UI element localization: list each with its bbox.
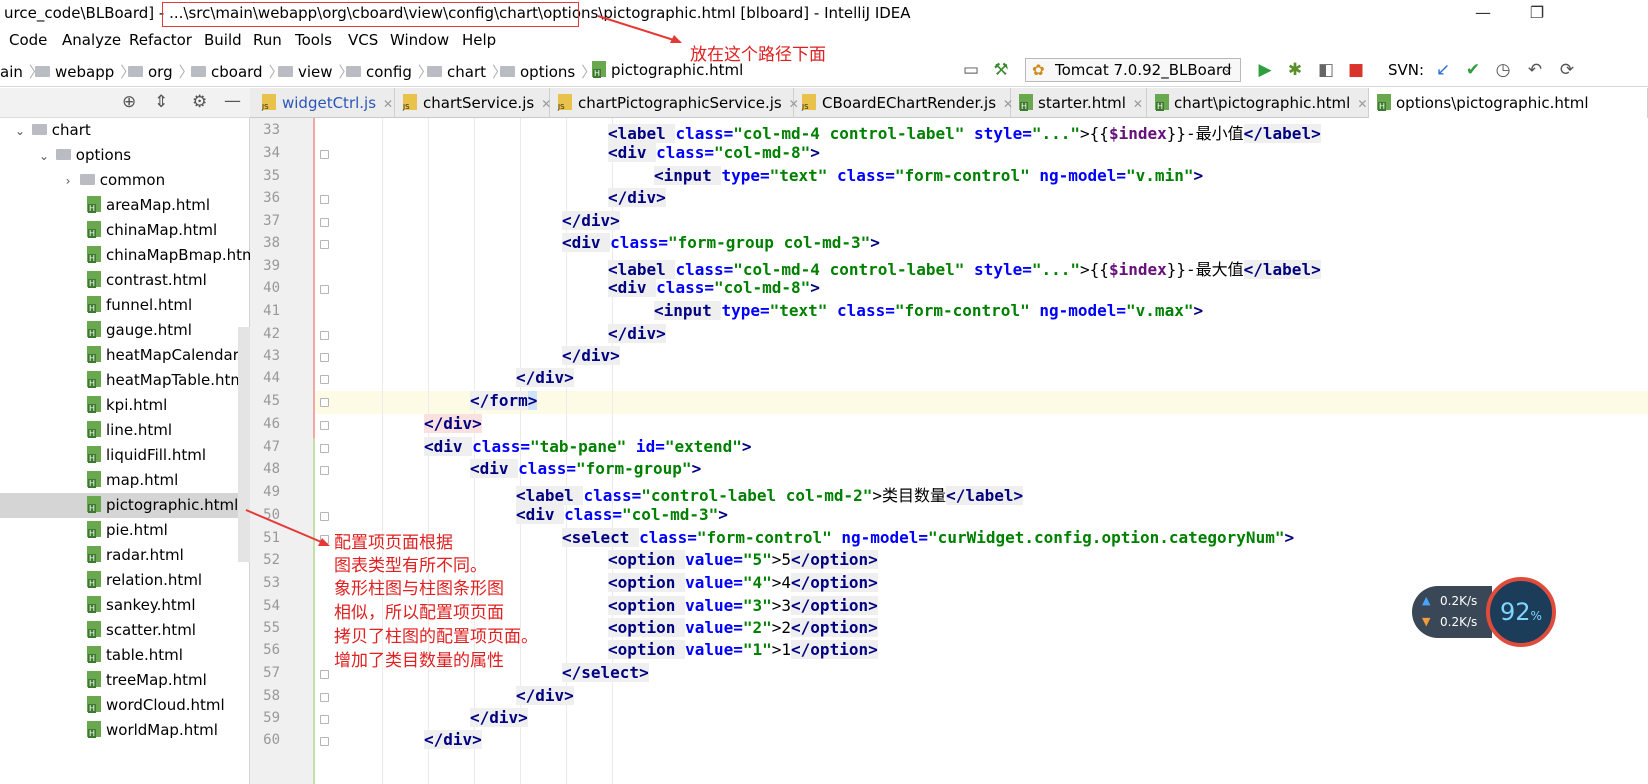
download-arrow-icon: ▼ <box>1422 615 1431 628</box>
upload-speed: 0.2K/s <box>1440 594 1478 608</box>
config-annotation-line: 象形柱图与柱图条形图 <box>334 579 504 599</box>
config-annotation-line: 相似，所以配置项页面 <box>334 603 504 623</box>
path-annotation: 放在这个路径下面 <box>690 45 826 65</box>
download-speed: 0.2K/s <box>1440 615 1478 629</box>
config-annotation-line: 图表类型有所不同。 <box>334 556 487 576</box>
upload-arrow-icon: ▲ <box>1422 594 1431 607</box>
config-annotation-line: 拷贝了柱图的配置项页面。 <box>334 627 538 647</box>
annotation-arrows <box>245 15 682 546</box>
usage-percent: 92% <box>1500 598 1542 626</box>
config-annotation-line: 配置项页面根据 <box>334 533 453 553</box>
config-annotation-line: 增加了类目数量的属性 <box>334 651 504 671</box>
